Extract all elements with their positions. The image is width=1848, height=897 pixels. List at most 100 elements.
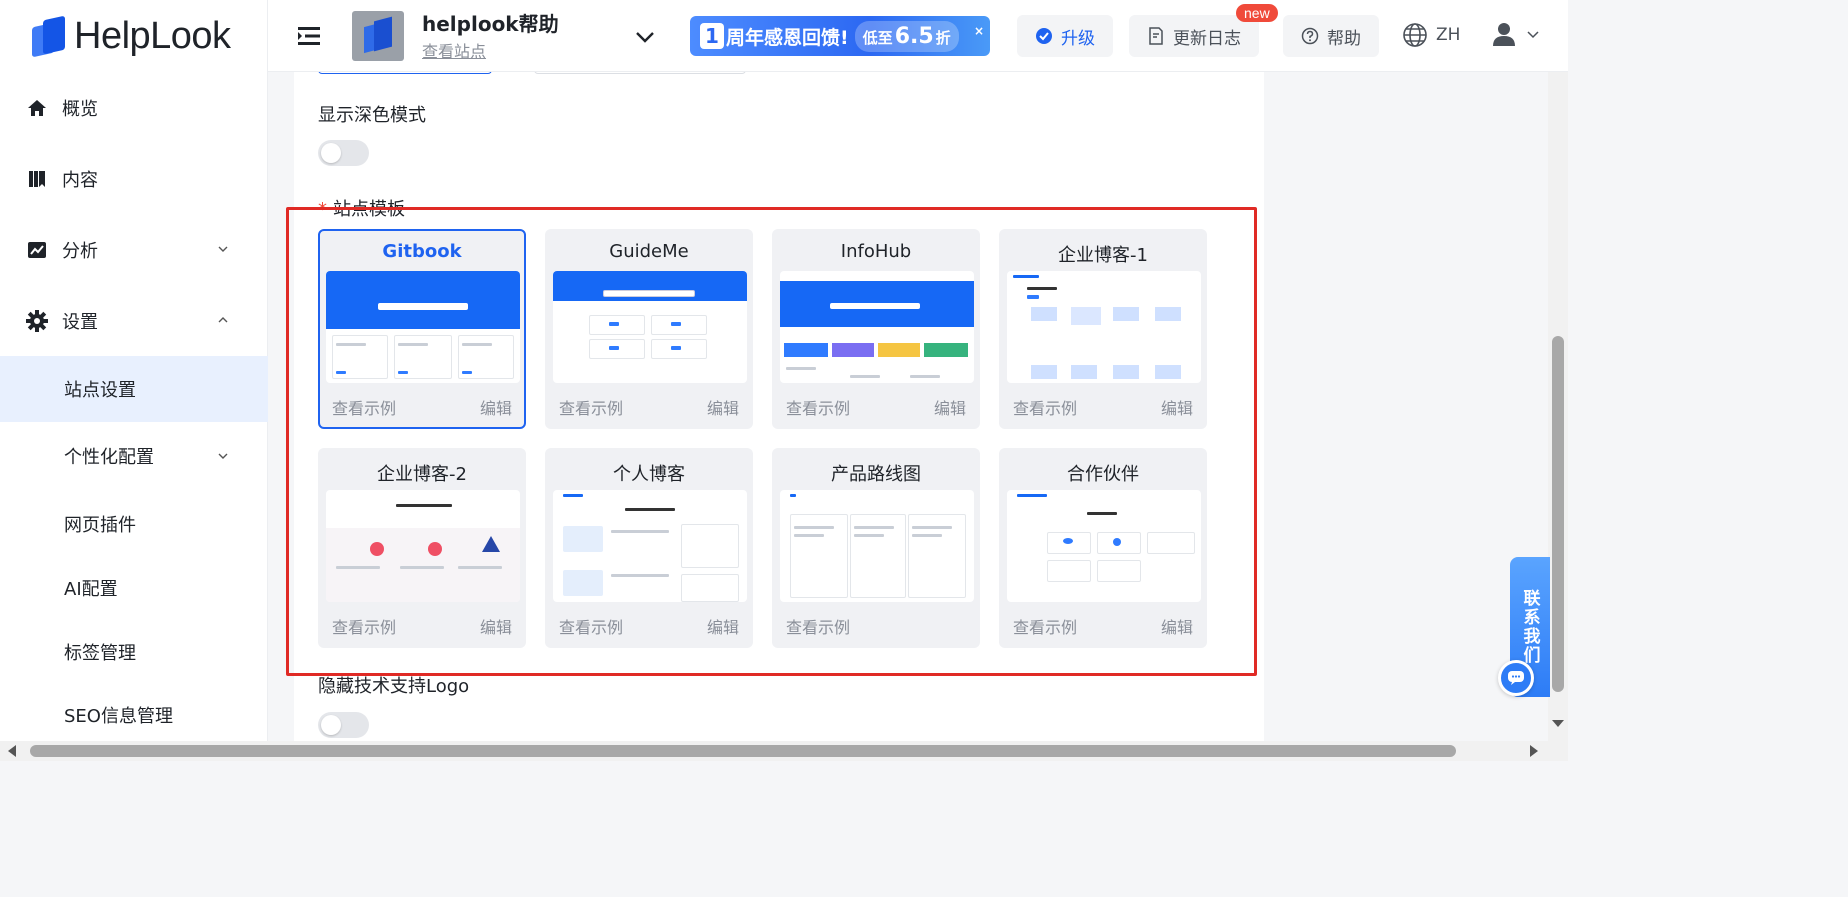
sidebar: HelpLook 概览 内容 分析 设置 站点设置 个性化配置 网页插件 AI配… [0, 0, 268, 741]
scroll-left-arrow-icon[interactable] [8, 745, 16, 757]
promo-discount-suffix: 折 [935, 28, 951, 47]
document-icon [1149, 27, 1163, 45]
changelog-button[interactable]: 更新日志 [1129, 15, 1259, 57]
edit-link[interactable]: 编辑 [480, 395, 512, 419]
option-box-partial[interactable] [534, 72, 746, 74]
template-card-enterprise-blog-2[interactable]: 企业博客-2 查看示例 编辑 [318, 448, 526, 648]
edit-link[interactable]: 编辑 [1161, 614, 1193, 638]
horizontal-scrollbar-thumb[interactable] [30, 745, 1456, 757]
chevron-down-icon [1527, 31, 1539, 39]
scroll-down-arrow-icon[interactable] [1552, 720, 1564, 727]
site-template-label-text: 站点模板 [333, 199, 405, 220]
contact-us-label: 联系我们 [1519, 589, 1540, 665]
view-example-link[interactable]: 查看示例 [332, 395, 396, 419]
template-preview [780, 490, 974, 602]
chat-button[interactable] [1498, 660, 1534, 696]
view-example-link[interactable]: 查看示例 [559, 395, 623, 419]
template-name: 产品路线图 [831, 464, 921, 485]
template-card-product-roadmap[interactable]: 产品路线图 查看示例 [772, 448, 980, 648]
top-bar: helplook帮助 查看站点 1 周年感恩回馈! 低至 6.5 折 × 升级 … [268, 0, 1568, 72]
promo-banner[interactable]: 1 周年感恩回馈! 低至 6.5 折 × [690, 16, 990, 56]
new-badge: new [1236, 4, 1278, 22]
sidebar-item-label: 个性化配置 [64, 447, 154, 468]
required-mark: * [318, 199, 327, 220]
dark-mode-label: 显示深色模式 [318, 105, 426, 126]
dark-mode-toggle[interactable] [318, 140, 369, 166]
option-box-partial[interactable] [318, 72, 492, 74]
globe-icon [1403, 23, 1427, 47]
sidebar-item-analytics[interactable]: 分析 [0, 218, 268, 282]
language-switcher[interactable]: ZH [1402, 22, 1460, 48]
template-card-guideme[interactable]: GuideMe 查看示例 编辑 [545, 229, 753, 429]
sidebar-subitem-ai-config[interactable]: AI配置 [0, 555, 268, 621]
sidebar-subitem-web-plugin[interactable]: 网页插件 [0, 491, 268, 557]
promo-discount-value: 6.5 [894, 23, 934, 49]
template-card-partners[interactable]: 合作伙伴 查看示例 编辑 [999, 448, 1207, 648]
sidebar-item-content[interactable]: 内容 [0, 147, 268, 211]
template-name: GuideMe [609, 241, 689, 262]
changelog-label: 更新日志 [1173, 28, 1241, 49]
template-preview [553, 271, 747, 383]
edit-link[interactable]: 编辑 [934, 395, 966, 419]
user-avatar-icon [1493, 23, 1515, 46]
sidebar-item-overview[interactable]: 概览 [0, 76, 268, 140]
template-name: InfoHub [840, 241, 912, 262]
chevron-up-icon [218, 317, 228, 323]
template-card-enterprise-blog-1[interactable]: 企业博客-1 查看示例 编辑 [999, 229, 1207, 429]
check-circle-icon [1036, 28, 1052, 44]
edit-link[interactable]: 编辑 [1161, 395, 1193, 419]
site-switcher-chevron-icon[interactable] [634, 26, 656, 48]
promo-number: 1 [700, 23, 724, 49]
sidebar-subitem-site-settings[interactable]: 站点设置 [0, 356, 268, 422]
upgrade-label: 升级 [1061, 28, 1095, 49]
site-thumbnail [352, 11, 404, 61]
sidebar-item-label: 设置 [62, 312, 98, 333]
sidebar-subitem-tag-management[interactable]: 标签管理 [0, 619, 268, 685]
edit-link[interactable]: 编辑 [707, 614, 739, 638]
template-name: 合作伙伴 [1067, 464, 1139, 485]
edit-link[interactable]: 编辑 [480, 614, 512, 638]
sidebar-subitem-seo[interactable]: SEO信息管理 [0, 682, 268, 748]
view-example-link[interactable]: 查看示例 [559, 614, 623, 638]
template-name: 个人博客 [613, 464, 685, 485]
template-card-personal-blog[interactable]: 个人博客 查看示例 编辑 [545, 448, 753, 648]
menu-toggle-icon[interactable] [296, 22, 324, 50]
view-site-link[interactable]: 查看站点 [422, 38, 486, 62]
sidebar-subitem-personalization[interactable]: 个性化配置 [0, 423, 268, 489]
scroll-right-arrow-icon[interactable] [1530, 745, 1538, 757]
view-example-link[interactable]: 查看示例 [1013, 395, 1077, 419]
template-grid: Gitbook 查看示例 编辑 GuideMe 查看示例 编辑 InfoHub … [318, 229, 1208, 649]
edit-link[interactable]: 编辑 [707, 395, 739, 419]
template-card-infohub[interactable]: InfoHub 查看示例 编辑 [772, 229, 980, 429]
sidebar-item-label: 概览 [62, 99, 98, 120]
view-example-link[interactable]: 查看示例 [332, 614, 396, 638]
template-preview [326, 490, 520, 602]
book-icon [26, 168, 48, 190]
sidebar-item-settings[interactable]: 设置 [0, 289, 268, 353]
user-menu[interactable] [1490, 20, 1540, 48]
promo-discount-prefix: 低至 [862, 28, 893, 47]
sidebar-item-label: 内容 [62, 170, 98, 191]
helplook-logo-icon [32, 15, 66, 58]
upgrade-button[interactable]: 升级 [1017, 15, 1113, 57]
template-preview [780, 271, 974, 383]
helplook-logo[interactable]: HelpLook [32, 12, 231, 60]
vertical-scrollbar-thumb[interactable] [1552, 336, 1564, 692]
template-name: Gitbook [382, 241, 462, 262]
site-name: helplook帮助 [422, 12, 559, 36]
gear-icon [26, 310, 48, 332]
view-example-link[interactable]: 查看示例 [786, 614, 850, 638]
help-button[interactable]: 帮助 [1283, 15, 1379, 57]
site-template-label: * 站点模板 [318, 195, 405, 221]
language-label: ZH [1436, 25, 1461, 45]
view-example-link[interactable]: 查看示例 [786, 395, 850, 419]
template-card-gitbook[interactable]: Gitbook 查看示例 编辑 [318, 229, 526, 429]
template-preview [1007, 490, 1201, 602]
promo-close-icon[interactable]: × [974, 24, 984, 38]
template-preview [326, 271, 520, 383]
hide-logo-toggle[interactable] [318, 712, 369, 738]
question-circle-icon [1301, 27, 1319, 45]
help-label: 帮助 [1327, 28, 1361, 49]
view-example-link[interactable]: 查看示例 [1013, 614, 1077, 638]
hide-logo-label: 隐藏技术支持Logo [318, 676, 470, 697]
